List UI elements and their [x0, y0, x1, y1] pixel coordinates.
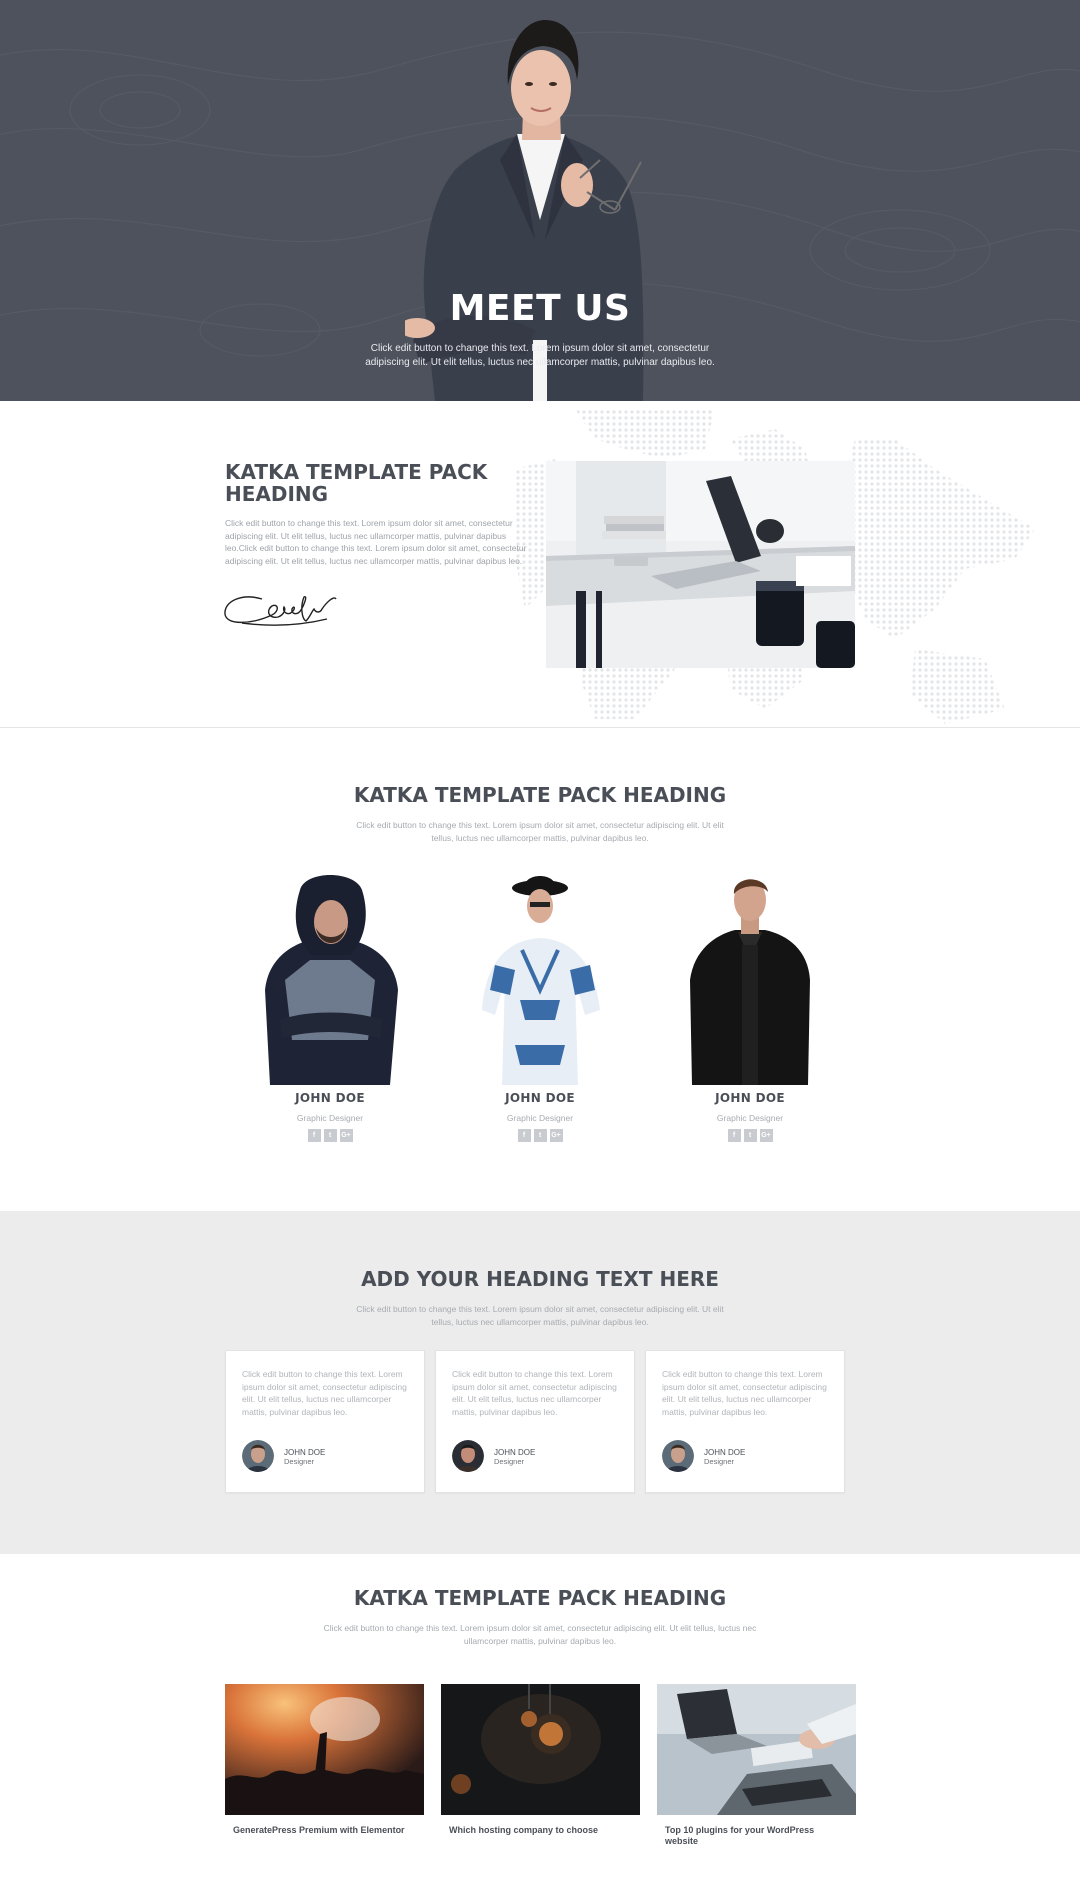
member-name: JOHN DOE: [715, 1091, 785, 1105]
hero-title: MEET US: [449, 288, 631, 329]
team-section: KATKA TEMPLATE PACK HEADING Click edit b…: [0, 728, 1080, 1211]
testimonial-card: Click edit button to change this text. L…: [435, 1350, 635, 1493]
testimonials-subtext: Click edit button to change this text. L…: [356, 1304, 724, 1327]
about-section: KATKA TEMPLATE PACK HEADING Click edit b…: [0, 401, 1080, 728]
avatar: [242, 1440, 274, 1472]
testimonial-card: Click edit button to change this text. L…: [645, 1350, 845, 1493]
laptop-meeting-image[interactable]: [657, 1684, 856, 1815]
member-role: Graphic Designer: [506, 1113, 574, 1123]
google-plus-icon[interactable]: G+: [549, 1129, 563, 1142]
facebook-icon[interactable]: f: [307, 1129, 321, 1142]
light-bulbs-image[interactable]: [441, 1684, 640, 1815]
desk-laptop-photo: [546, 461, 855, 668]
facebook-icon[interactable]: f: [517, 1129, 531, 1142]
testimonial-card: Click edit button to change this text. L…: [225, 1350, 425, 1493]
team-member-card: JOHN DOE Graphic Designer f t G+: [250, 870, 410, 1142]
concert-crowd-image[interactable]: [225, 1684, 424, 1815]
member-photo-hat-woman: [482, 876, 600, 1085]
team-member-card: JOHN DOE Graphic Designer f t G+: [670, 870, 830, 1142]
member-name: JOHN DOE: [505, 1091, 575, 1105]
blog-post-title[interactable]: GeneratePress Premium with Elementor: [225, 1825, 424, 1836]
testimonial-author-name: JOHN DOE: [284, 1448, 326, 1457]
testimonial-text: Click edit button to change this text. L…: [242, 1369, 407, 1417]
social-links: f t G+: [670, 1129, 830, 1142]
blog-heading: KATKA TEMPLATE PACK HEADING: [353, 1586, 727, 1610]
google-plus-icon[interactable]: G+: [339, 1129, 353, 1142]
testimonials-section: ADD YOUR HEADING TEXT HERE Click edit bu…: [0, 1211, 1080, 1554]
social-links: f t G+: [460, 1129, 620, 1142]
blog-post-title[interactable]: Which hosting company to choose: [441, 1825, 640, 1836]
testimonial-author-role: Designer: [284, 1457, 315, 1466]
testimonial-author-role: Designer: [494, 1457, 525, 1466]
blog-subtext: Click edit button to change this text. L…: [323, 1623, 757, 1646]
blog-post-title[interactable]: Top 10 plugins for your WordPress websit…: [657, 1825, 856, 1847]
member-name: JOHN DOE: [295, 1091, 365, 1105]
blog-post-card[interactable]: Which hosting company to choose: [441, 1684, 640, 1836]
member-photo-hoodie-man: [265, 875, 398, 1085]
blog-post-card[interactable]: Top 10 plugins for your WordPress websit…: [657, 1684, 856, 1847]
member-photo-coat-man: [690, 879, 810, 1085]
signature-image: [224, 596, 337, 626]
google-plus-icon[interactable]: G+: [759, 1129, 773, 1142]
twitter-icon[interactable]: t: [533, 1129, 547, 1142]
avatar: [662, 1440, 694, 1472]
hero-section: MEET US Click edit button to change this…: [0, 0, 1080, 401]
team-heading: KATKA TEMPLATE PACK HEADING: [353, 783, 727, 807]
blog-post-card[interactable]: GeneratePress Premium with Elementor: [225, 1684, 424, 1836]
blog-section: KATKA TEMPLATE PACK HEADING Click edit b…: [0, 1554, 1080, 1896]
twitter-icon[interactable]: t: [323, 1129, 337, 1142]
member-role: Graphic Designer: [716, 1113, 784, 1123]
member-role: Graphic Designer: [296, 1113, 364, 1123]
testimonial-author-name: JOHN DOE: [704, 1448, 746, 1457]
team-member-card: JOHN DOE Graphic Designer f t G+: [460, 870, 620, 1142]
about-text: Click edit button to change this text. L…: [225, 518, 527, 566]
social-links: f t G+: [250, 1129, 410, 1142]
testimonials-heading: ADD YOUR HEADING TEXT HERE: [361, 1267, 719, 1291]
testimonial-author-name: JOHN DOE: [494, 1448, 536, 1457]
facebook-icon[interactable]: f: [727, 1129, 741, 1142]
team-subtext: Click edit button to change this text. L…: [356, 820, 724, 843]
testimonial-text: Click edit button to change this text. L…: [662, 1369, 827, 1417]
hero-text: Click edit button to change this text. L…: [365, 343, 715, 368]
testimonial-author-role: Designer: [704, 1457, 735, 1466]
twitter-icon[interactable]: t: [743, 1129, 757, 1142]
testimonial-text: Click edit button to change this text. L…: [452, 1369, 617, 1417]
avatar: [452, 1440, 484, 1472]
about-heading: KATKA TEMPLATE PACK HEADING: [225, 460, 488, 506]
